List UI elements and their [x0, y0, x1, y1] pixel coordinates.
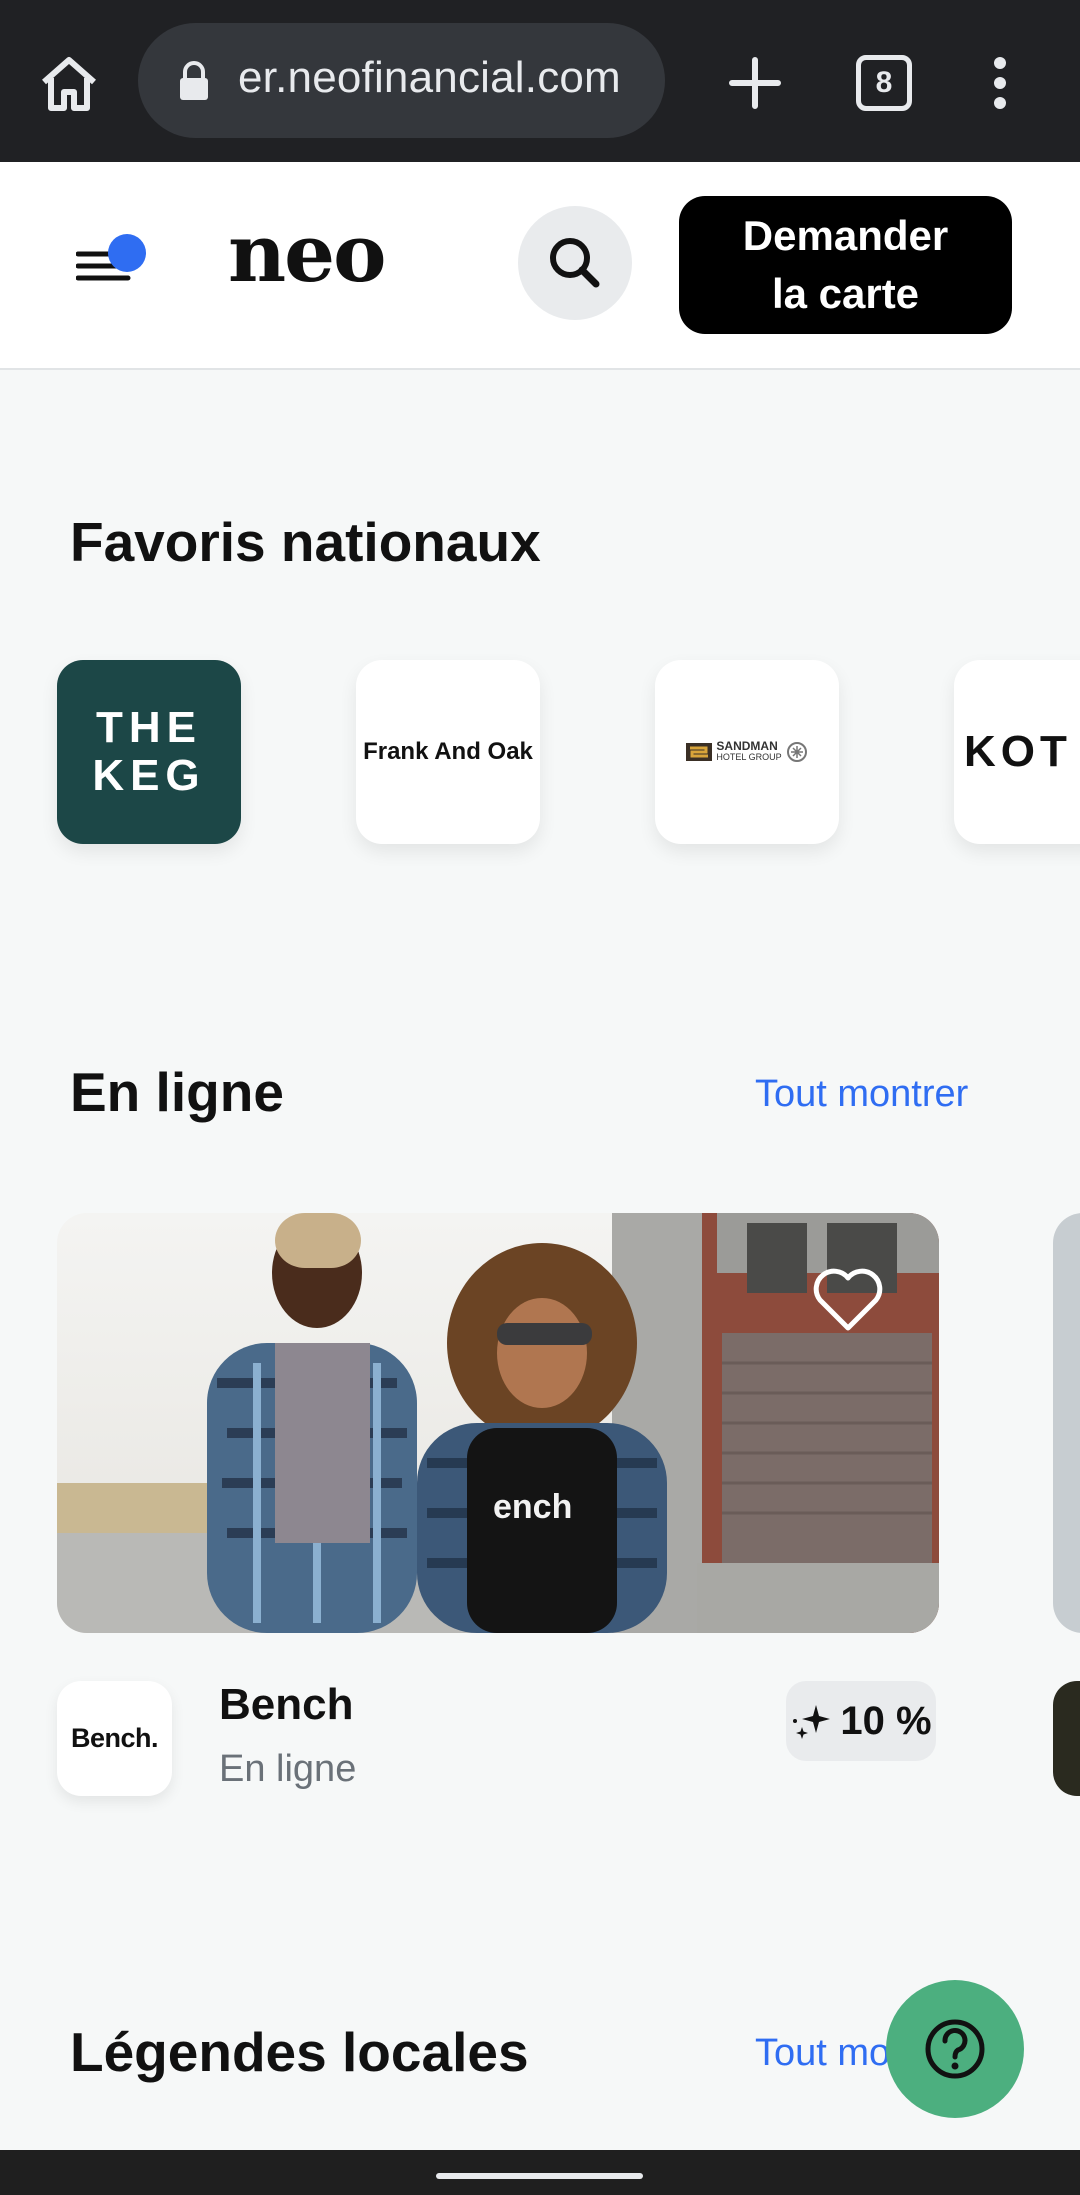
brand-tile-frank-and-oak[interactable]: Frank And Oak	[356, 660, 540, 844]
next-offer-image[interactable]	[1053, 1213, 1080, 1633]
lock-icon	[178, 61, 210, 101]
notification-dot	[108, 234, 146, 272]
brand-tile-kot[interactable]: KOT	[954, 660, 1080, 844]
brand-tile-sandman[interactable]: SANDMAN HOTEL GROUP	[655, 660, 839, 844]
online-title: En ligne	[70, 1061, 284, 1123]
national-favorites-title: Favoris nationaux	[70, 511, 541, 573]
offer-merchant-name[interactable]: Bench	[219, 1680, 353, 1730]
frank-and-oak-logo: Frank And Oak	[363, 738, 533, 765]
offer-category: En ligne	[219, 1748, 357, 1790]
bench-logo[interactable]: Bench.	[57, 1681, 172, 1796]
search-button[interactable]	[518, 206, 632, 320]
the-keg-logo: THE KEG	[92, 703, 206, 800]
local-legends-see-all-link[interactable]: Tout mo	[755, 2032, 890, 2075]
neo-logo[interactable]: neo	[228, 206, 386, 300]
next-offer-logo[interactable]	[1053, 1681, 1080, 1796]
online-see-all-link[interactable]: Tout montrer	[755, 1073, 968, 1116]
home-gesture-handle[interactable]	[436, 2173, 643, 2179]
browser-toolbar: er.neofinancial.com 8	[0, 0, 1080, 162]
kot-logo: KOT	[964, 727, 1072, 776]
home-icon[interactable]	[36, 50, 102, 116]
brand-tile-the-keg[interactable]: THE KEG	[57, 660, 241, 844]
new-tab-icon[interactable]	[722, 50, 788, 116]
question-icon	[925, 2019, 985, 2079]
help-button[interactable]	[886, 1980, 1024, 2118]
url-text: er.neofinancial.com	[238, 53, 621, 102]
site-header: neo Demander la carte	[0, 162, 1080, 370]
cashback-value: 10 %	[840, 1698, 932, 1743]
shirt-logo-text: ench	[493, 1488, 572, 1526]
bench-offer-image[interactable]: ench	[57, 1213, 939, 1633]
url-bar[interactable]: er.neofinancial.com	[138, 23, 665, 138]
sandman-logo: SANDMAN HOTEL GROUP	[686, 740, 807, 763]
local-legends-title: Légendes locales	[70, 2021, 529, 2083]
search-icon	[550, 238, 600, 288]
cta-label-line1: Demander	[742, 212, 949, 259]
sparkle-icon	[793, 1705, 831, 1739]
cta-label-line2: la carte	[771, 270, 920, 317]
apply-card-button[interactable]: Demander la carte	[679, 196, 1012, 334]
tab-switcher-button[interactable]: 8	[856, 55, 912, 111]
favorite-heart-icon[interactable]	[812, 1268, 884, 1334]
cashback-badge: 10 %	[786, 1681, 936, 1761]
more-menu-icon[interactable]	[982, 50, 1018, 116]
